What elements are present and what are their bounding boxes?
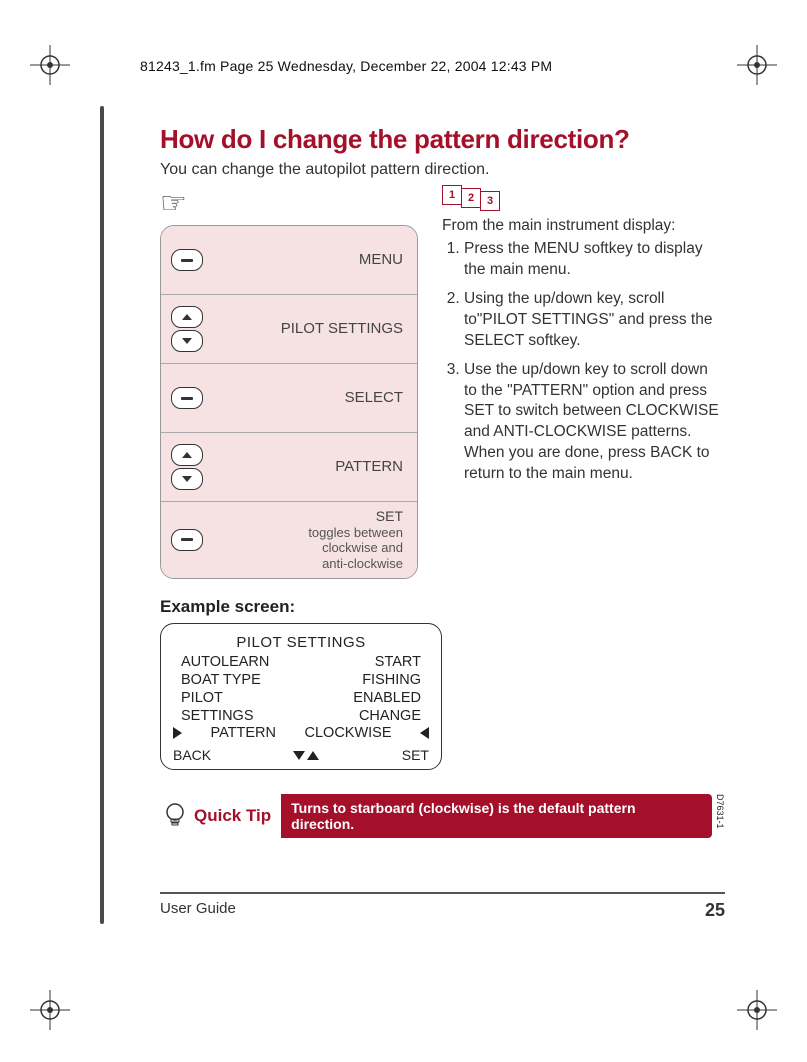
quick-tip-code: D7631-1 [712, 794, 725, 838]
triangle-right-icon [173, 727, 182, 739]
softkey-dash-icon [171, 387, 203, 409]
step-row-menu: MENU [161, 226, 417, 295]
instruction-item: Using the up/down key, scroll to"PILOT S… [464, 289, 725, 352]
pointing-hand-icon: ☞ [160, 189, 420, 219]
softkey-up-icon [171, 444, 203, 466]
lcd-set-label: SET [402, 747, 429, 763]
footer-page-number: 25 [705, 900, 725, 921]
step-label: MENU [217, 251, 403, 269]
triangle-left-icon [420, 727, 429, 739]
softkey-dash-icon [171, 249, 203, 271]
lcd-title: PILOT SETTINGS [173, 634, 429, 651]
lcd-row: SETTINGSCHANGE [173, 707, 429, 725]
lcd-footer: BACK SET [173, 747, 429, 763]
lcd-row: AUTOLEARNSTART [173, 653, 429, 671]
softkey-down-icon [171, 468, 203, 490]
footer-left: User Guide [160, 900, 236, 921]
lcd-row: PILOTENABLED [173, 689, 429, 707]
step-label: SET toggles between clockwise and anti-c… [217, 508, 403, 572]
crop-mark-icon [30, 45, 70, 85]
page-header-runline: 81243_1.fm Page 25 Wednesday, December 2… [140, 58, 552, 74]
page-title: How do I change the pattern direction? [160, 124, 725, 155]
lcd-example-screen: PILOT SETTINGS AUTOLEARNSTART BOAT TYPEF… [160, 623, 442, 771]
lcd-row: BOAT TYPEFISHING [173, 671, 429, 689]
instruction-item: Press the MENU softkey to display the ma… [464, 239, 725, 281]
instructions-lead: From the main instrument display: [442, 217, 725, 235]
crop-mark-icon [737, 990, 777, 1030]
quick-tip-label: Quick Tip [190, 794, 281, 838]
step-label: PILOT SETTINGS [217, 320, 403, 338]
lightbulb-icon [160, 794, 190, 838]
step-row-select: SELECT [161, 364, 417, 433]
numbered-steps-icon: 1 2 3 [442, 187, 725, 207]
lcd-back-label: BACK [173, 747, 211, 763]
softkey-up-icon [171, 306, 203, 328]
spine-bar [100, 106, 104, 924]
instructions-list: Press the MENU softkey to display the ma… [442, 239, 725, 485]
instruction-item: Use the up/down key to scroll down to th… [464, 360, 725, 486]
procedure-box: MENU PILOT SETTINGS SELECT [160, 225, 418, 579]
step-label: SELECT [217, 389, 403, 407]
step-label: PATTERN [217, 458, 403, 476]
up-down-arrows-icon [293, 751, 319, 760]
example-screen-heading: Example screen: [160, 597, 420, 617]
quick-tip-strip: Quick Tip Turns to starboard (clockwise)… [160, 794, 725, 838]
step-row-set: SET toggles between clockwise and anti-c… [161, 502, 417, 578]
crop-mark-icon [737, 45, 777, 85]
intro-text: You can change the autopilot pattern dir… [160, 161, 725, 179]
quick-tip-text: Turns to starboard (clockwise) is the de… [281, 794, 712, 838]
page-footer: User Guide 25 [160, 892, 725, 921]
softkey-down-icon [171, 330, 203, 352]
softkey-dash-icon [171, 529, 203, 551]
crop-mark-icon [30, 990, 70, 1030]
lcd-selected-row: PATTERN CLOCKWISE [173, 725, 429, 741]
step-row-pilot-settings: PILOT SETTINGS [161, 295, 417, 364]
step-row-pattern: PATTERN [161, 433, 417, 502]
